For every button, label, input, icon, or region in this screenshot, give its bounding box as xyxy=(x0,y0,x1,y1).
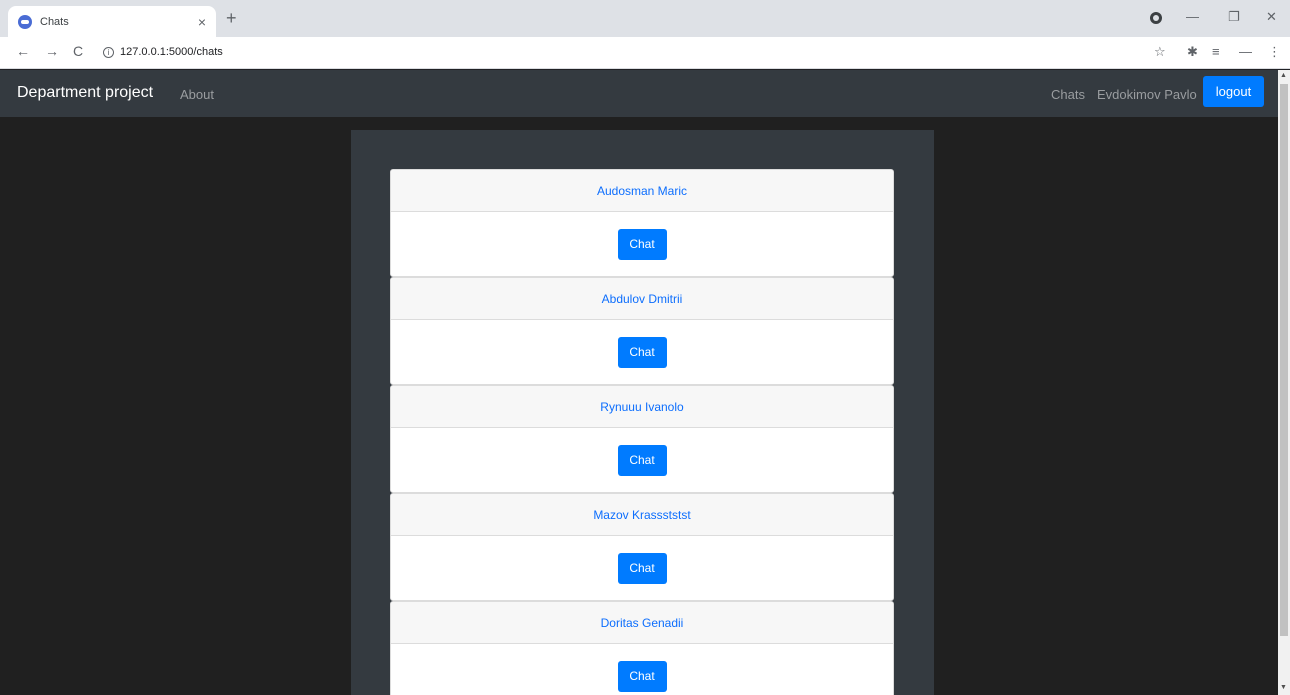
nav-link-about[interactable]: About xyxy=(180,87,214,102)
site-info-icon[interactable]: i xyxy=(103,47,114,58)
chat-card: Doritas Genadii Chat xyxy=(390,601,894,695)
chat-contact-name[interactable]: Audosman Maric xyxy=(391,170,893,212)
nav-link-chats[interactable]: Chats xyxy=(1051,87,1085,102)
reading-list-icon[interactable]: ≡ xyxy=(1212,45,1220,58)
chat-button[interactable]: Chat xyxy=(617,228,667,260)
chat-button[interactable]: Chat xyxy=(617,444,667,476)
scroll-thumb[interactable] xyxy=(1280,84,1288,636)
chat-contact-name[interactable]: Rynuuu Ivanolo xyxy=(391,386,893,428)
chat-button[interactable]: Chat xyxy=(617,336,667,368)
chat-card: Abdulov Dmitrii Chat xyxy=(390,277,894,385)
chat-contact-name[interactable]: Doritas Genadii xyxy=(391,602,893,644)
nav-user-name[interactable]: Evdokimov Pavlo xyxy=(1097,87,1197,102)
chats-panel: Audosman Maric Chat Abdulov Dmitrii Chat Ryn… xyxy=(351,130,934,695)
back-icon[interactable]: ← xyxy=(16,44,30,58)
bookmark-star-icon[interactable]: ☆ xyxy=(1154,45,1166,58)
chat-card: Rynuuu Ivanolo Chat xyxy=(390,385,894,493)
chat-card-body: Chat xyxy=(391,536,893,600)
forward-icon[interactable]: → xyxy=(45,44,59,58)
scroll-up-icon[interactable]: ▲ xyxy=(1280,72,1287,79)
site-navbar: Department project About Chats Evdokimov… xyxy=(0,70,1278,117)
chat-contact-name[interactable]: Mazov Krassststst xyxy=(391,494,893,536)
brand-link[interactable]: Department project xyxy=(17,84,153,102)
window-restore-icon[interactable]: ❐ xyxy=(1228,10,1240,23)
page-content: Audosman Maric Chat Abdulov Dmitrii Chat Ryn… xyxy=(0,117,1278,695)
page-scrollbar[interactable]: ▲ ▼ xyxy=(1278,70,1290,695)
window-close-icon[interactable]: ✕ xyxy=(1266,10,1277,23)
chat-card-body: Chat xyxy=(391,644,893,695)
chat-card: Mazov Krassststst Chat xyxy=(390,493,894,601)
tab-close-icon[interactable]: × xyxy=(198,15,206,29)
logout-button[interactable]: logout xyxy=(1203,76,1264,107)
chat-card: Audosman Maric Chat xyxy=(390,169,894,277)
chat-card-body: Chat xyxy=(391,212,893,276)
chat-card-body: Chat xyxy=(391,428,893,492)
browser-tabstrip: Chats × + — ❐ ✕ xyxy=(0,0,1290,37)
tab-title: Chats xyxy=(40,15,69,28)
new-tab-icon[interactable]: + xyxy=(226,9,237,27)
chat-contact-name[interactable]: Abdulov Dmitrii xyxy=(391,278,893,320)
scroll-down-icon[interactable]: ▼ xyxy=(1280,684,1287,691)
browser-tab[interactable]: Chats × xyxy=(8,6,216,37)
chat-button[interactable]: Chat xyxy=(617,660,667,692)
site-favicon-icon xyxy=(18,14,32,29)
browser-menu-icon[interactable]: ⋮ xyxy=(1268,45,1281,58)
chat-list: Audosman Maric Chat Abdulov Dmitrii Chat Ryn… xyxy=(390,169,894,695)
extensions-icon[interactable]: ✱ xyxy=(1187,45,1198,58)
chat-button[interactable]: Chat xyxy=(617,552,667,584)
address-bar[interactable]: 127.0.0.1:5000/chats xyxy=(120,46,223,58)
chat-card-body: Chat xyxy=(391,320,893,384)
reload-icon[interactable]: C xyxy=(73,44,83,58)
profile-icon[interactable] xyxy=(1150,12,1162,24)
window-minimize-icon[interactable]: — xyxy=(1186,10,1199,23)
browser-toolbar: ← → C i 127.0.0.1:5000/chats ☆ ✱ ≡ — ⋮ xyxy=(0,37,1290,69)
minimize-toolbar-icon[interactable]: — xyxy=(1239,45,1252,58)
